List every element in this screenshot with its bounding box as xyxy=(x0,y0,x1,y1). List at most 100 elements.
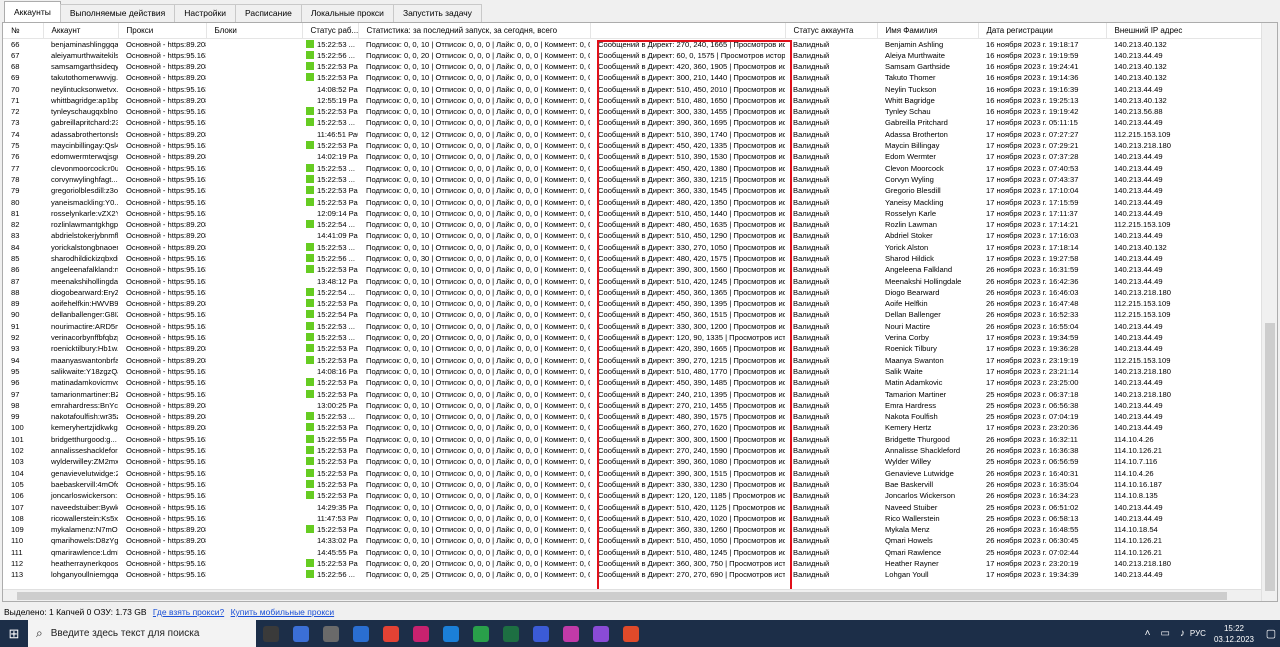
horizontal-scroll-thumb[interactable] xyxy=(17,592,1227,600)
table-row[interactable]: 74 adassabrothertonslsi... Основной - http… xyxy=(3,129,1261,140)
table-row[interactable]: 93 roenicktilbury:Hb1w... Основной - https… xyxy=(3,343,1261,354)
taskbar-app-icon[interactable] xyxy=(526,620,556,647)
table-cell: Benjamin Ashling xyxy=(885,39,944,49)
table-row[interactable]: 77 clevonmoorcock:r0u... Основной - https:… xyxy=(3,162,1261,173)
table-row[interactable]: 79 gregoriolblesdill:z3ofj... Основной - h… xyxy=(3,185,1261,196)
taskbar-app-icon[interactable] xyxy=(256,620,286,647)
table-row[interactable]: 107 naveedstuiber:Bywk... Основной - https… xyxy=(3,501,1261,512)
table-row[interactable]: 113 lohganyoullniemgqa... Основной - https… xyxy=(3,569,1261,580)
volume-icon[interactable]: ♪ xyxy=(1180,628,1185,639)
notification-icon[interactable]: ▢ xyxy=(1262,627,1280,640)
table-row[interactable]: 82 rozlinlawmantgkhgp... Основной - https:… xyxy=(3,219,1261,230)
column-header[interactable]: Внешний IP адрес xyxy=(1106,23,1262,39)
table-row[interactable]: 110 qmarihowels:D8zYgfv... Основной - http… xyxy=(3,535,1261,546)
table-row[interactable]: 99 nakotafoulfish:wr35z... Основной - http… xyxy=(3,411,1261,422)
table-row[interactable]: 81 rosselynkarle:vZX2Y... Основной - https… xyxy=(3,208,1261,219)
table-row[interactable]: 104 genavievelutwidge:2... Основной - http… xyxy=(3,467,1261,478)
table-row[interactable]: 83 abdrielstokerjybnmfh... Основной - http… xyxy=(3,230,1261,241)
taskbar-search[interactable]: ⌕ Введите здесь текст для поиска xyxy=(28,620,256,647)
tab-1[interactable]: Аккаунты xyxy=(4,1,61,22)
table-row[interactable]: 72 tynleyschaugqxblno... Основной - https:… xyxy=(3,106,1261,117)
taskbar-app-icon[interactable] xyxy=(286,620,316,647)
table-cell: 17 ноября 2023 г. 05:11:15 xyxy=(986,118,1078,128)
table-cell: 17 ноября 2023 г. 17:18:14 xyxy=(986,242,1079,252)
table-row[interactable]: 87 meenakshihollingdal... Основной - https… xyxy=(3,275,1261,286)
taskbar-app-icon[interactable] xyxy=(496,620,526,647)
table-row[interactable]: 108 ricowallerstein:Ks5xp... Основной - ht… xyxy=(3,513,1261,524)
network-icon[interactable]: ▭ xyxy=(1160,628,1169,639)
taskbar-app-icon[interactable] xyxy=(346,620,376,647)
table-row[interactable]: 88 diogobearward:EryZ... Основной - https:… xyxy=(3,287,1261,298)
vertical-scroll-thumb[interactable] xyxy=(1265,323,1275,591)
taskbar-app-icon[interactable] xyxy=(406,620,436,647)
table-row[interactable]: 75 maycinbillingay:Qsl4... Основной - http… xyxy=(3,140,1261,151)
taskbar-app-icon[interactable] xyxy=(556,620,586,647)
table-row[interactable]: 97 tamarionmartiner:BZ... Основной - https… xyxy=(3,388,1261,399)
table-row[interactable]: 73 gabreillapritchard:23... Основной - htt… xyxy=(3,117,1261,128)
start-button[interactable]: ⊞ xyxy=(0,620,28,647)
table-row[interactable]: 66 benjaminashlinggqa... Основной - https:… xyxy=(3,38,1261,50)
table-row[interactable]: 70 neylintucksonwetvx... Основной - https:… xyxy=(3,83,1261,94)
table-row[interactable]: 96 matinadamkovicmvo... Основной - https:9… xyxy=(3,377,1261,388)
accounts-grid[interactable]: № Аккаунт Прокси Блоки Статус раб... Статисти… xyxy=(2,22,1278,602)
table-row[interactable]: 90 dellanballenger:G8IZ... Основной - http… xyxy=(3,309,1261,320)
clock[interactable]: 15:22 03.12.2023 xyxy=(1214,623,1254,645)
taskbar-app-icon[interactable] xyxy=(376,620,406,647)
chevron-up-icon[interactable]: ˄ xyxy=(1145,628,1151,639)
table-row[interactable]: 71 whittbagridge:ap1bp... Основной - https… xyxy=(3,95,1261,106)
language-indicator[interactable]: РУС xyxy=(1190,629,1206,638)
table-row[interactable]: 102 annalisseshacklefor... Основной - http… xyxy=(3,445,1261,456)
table-row[interactable]: 69 takutothomerwwvjg... Основной - https:8… xyxy=(3,72,1261,83)
table-row[interactable]: 100 kemeryhertzjidkwkg... Основной - https… xyxy=(3,422,1261,433)
column-header[interactable]: Прокси xyxy=(118,23,207,39)
table-row[interactable]: 67 aleiyamurthwaitekilsj... Основной - htt… xyxy=(3,50,1261,61)
table-row[interactable]: 105 baebaskervill:4mOfq... Основной - http… xyxy=(3,479,1261,490)
where-to-get-proxy-link[interactable]: Где взять прокси? xyxy=(153,607,224,617)
taskbar-app-icon[interactable] xyxy=(436,620,466,647)
taskbar-app-icon[interactable] xyxy=(586,620,616,647)
table-row[interactable]: 76 edomwermterwqjsgu... Основной - https:8… xyxy=(3,151,1261,162)
table-cell: bridgetthurgood:g... xyxy=(51,434,117,444)
tab-5[interactable]: Локальные прокси xyxy=(300,4,394,22)
column-header[interactable]: Статистика: за последний запуск, за сего… xyxy=(358,23,591,39)
table-row[interactable]: 112 heatherraynerkqoost... Основной - http… xyxy=(3,558,1261,569)
vertical-scrollbar[interactable] xyxy=(1261,23,1277,601)
column-header[interactable]: Аккаунт xyxy=(43,23,119,39)
work-status-cell: 12:55:19 Раб... xyxy=(302,95,358,106)
column-header[interactable]: № xyxy=(3,23,44,39)
table-row[interactable]: 86 angeleenafalkland:n... Основной - https… xyxy=(3,264,1261,275)
table-row[interactable]: 109 mykalamenz:N7mOk... Основной - https:8… xyxy=(3,524,1261,535)
buy-mobile-proxy-link[interactable]: Купить мобильные прокси xyxy=(231,607,335,617)
table-row[interactable]: 103 wylderwilley:ZM2mx... Основной - https… xyxy=(3,456,1261,467)
tab-2[interactable]: Выполняемые действия xyxy=(59,4,176,22)
tab-3[interactable]: Настройки xyxy=(174,4,236,22)
table-row[interactable]: 89 aoifehelfkin:HWVB9... Основной - https:… xyxy=(3,298,1261,309)
table-row[interactable]: 101 bridgetthurgood:g... Основной - https:… xyxy=(3,434,1261,445)
horizontal-scrollbar[interactable] xyxy=(3,589,1261,601)
column-header[interactable]: Блоки xyxy=(206,23,303,39)
table-cell: 114.10.8.135 xyxy=(1114,491,1158,501)
table-row[interactable]: 84 yorickalstongbnaoen... Основной - https… xyxy=(3,242,1261,253)
table-cell: 17 ноября 2023 г. 17:11:37 xyxy=(986,208,1078,218)
table-row[interactable]: 95 salikwaite:Y18zgzQa0... Основной - http… xyxy=(3,366,1261,377)
column-header[interactable]: Статус аккаунта xyxy=(785,23,878,39)
taskbar-app-icon[interactable] xyxy=(316,620,346,647)
column-header[interactable]: Дата регистрации xyxy=(978,23,1107,39)
table-row[interactable]: 91 nourimactire:ARD5m... Основной - https:… xyxy=(3,321,1261,332)
column-header[interactable]: Статус раб... xyxy=(302,23,359,39)
taskbar-app-icon[interactable] xyxy=(466,620,496,647)
table-row[interactable]: 111 qmarirawlence:LdmP... Основной - https… xyxy=(3,547,1261,558)
tab-6[interactable]: Запустить задачу xyxy=(392,4,482,22)
column-header[interactable]: Имя Фамилия xyxy=(877,23,979,39)
table-row[interactable]: 85 sharodhildickizqbxdi... Основной - http… xyxy=(3,253,1261,264)
table-row[interactable]: 80 yaneismackling:Y0... Основной - https:9… xyxy=(3,196,1261,207)
tab-4[interactable]: Расписание xyxy=(234,4,302,22)
column-header[interactable] xyxy=(590,23,786,39)
taskbar-app-icon[interactable] xyxy=(616,620,646,647)
table-row[interactable]: 94 maanyaswantonbrfalj... Основной - https… xyxy=(3,355,1261,366)
table-row[interactable]: 68 samsamgarthsideqyd... Основной - https:… xyxy=(3,61,1261,72)
table-row[interactable]: 92 verinacorbynffbfqbzp... Основной - http… xyxy=(3,332,1261,343)
table-row[interactable]: 78 corvynwylinghfagt... Основной - https:9… xyxy=(3,174,1261,185)
table-row[interactable]: 98 emrahardress:BnYc... Основной - https:8… xyxy=(3,400,1261,411)
table-row[interactable]: 106 joncarloswickerson:... Основной - http… xyxy=(3,490,1261,501)
